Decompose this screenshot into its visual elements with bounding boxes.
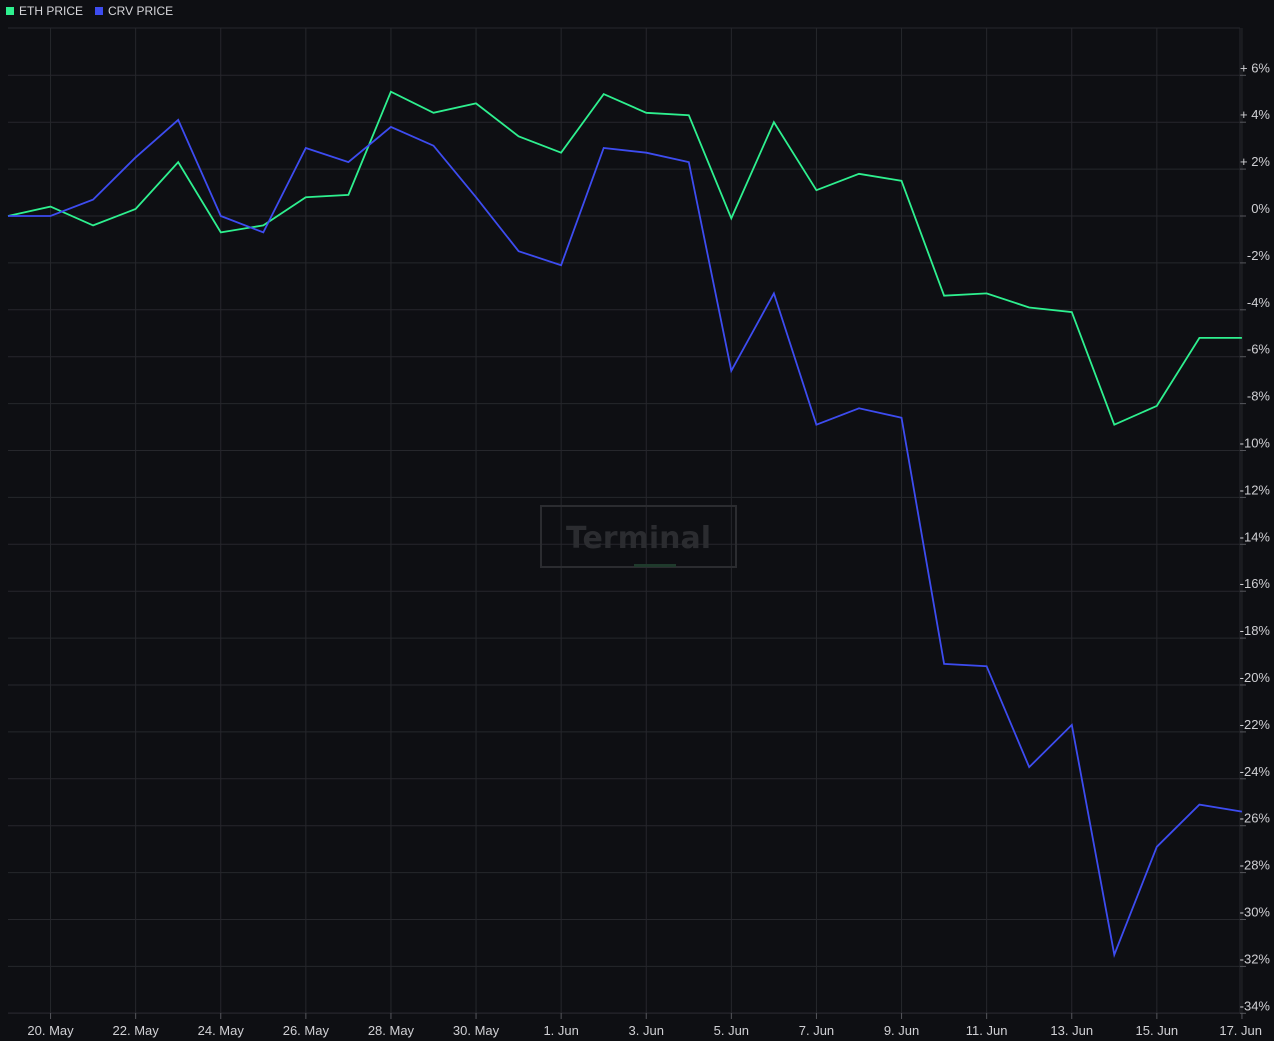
y-tick-label: + 4% xyxy=(1240,107,1270,122)
y-tick-label: + 6% xyxy=(1240,60,1270,75)
x-tick-label: 22. May xyxy=(113,1023,160,1038)
y-tick-label: -4% xyxy=(1247,295,1271,310)
x-tick-label: 7. Jun xyxy=(799,1023,834,1038)
line-chart: Terminal + 6% + 4% + 2% 0% -2% -4% -6% -8% -10% -… xyxy=(7,27,1271,1038)
x-tick-label: 11. Jun xyxy=(966,1023,1008,1038)
y-tick-label: -32% xyxy=(1240,951,1271,966)
watermark-text: Terminal xyxy=(566,521,711,556)
x-axis: 20. May 22. May 24. May 26. May 28. May 30. M… xyxy=(27,1013,1262,1038)
y-tick-label: -34% xyxy=(1240,998,1271,1013)
y-tick-label: -30% xyxy=(1240,905,1271,920)
y-tick-label: -22% xyxy=(1240,717,1271,732)
y-tick-label: -8% xyxy=(1247,389,1271,404)
watermark: Terminal xyxy=(540,505,737,568)
y-tick-label: 0% xyxy=(1251,201,1270,216)
y-tick-label: -20% xyxy=(1240,670,1271,685)
x-tick-label: 26. May xyxy=(283,1023,330,1038)
y-tick-label: -2% xyxy=(1247,248,1271,263)
y-tick-label: -14% xyxy=(1240,529,1271,544)
x-tick-label: 28. May xyxy=(368,1023,415,1038)
x-tick-label: 17. Jun xyxy=(1219,1023,1262,1038)
y-tick-label: -28% xyxy=(1240,858,1271,873)
x-tick-label: 30. May xyxy=(453,1023,500,1038)
y-tick-label: -16% xyxy=(1240,576,1271,591)
watermark-accent xyxy=(634,564,676,567)
x-tick-label: 20. May xyxy=(27,1023,74,1038)
y-tick-label: -18% xyxy=(1240,623,1271,638)
x-tick-label: 3. Jun xyxy=(629,1023,664,1038)
x-tick-label: 9. Jun xyxy=(884,1023,919,1038)
y-tick-label: -6% xyxy=(1247,342,1271,357)
y-tick-label: -26% xyxy=(1240,811,1271,826)
x-tick-label: 13. Jun xyxy=(1050,1023,1093,1038)
x-tick-label: 15. Jun xyxy=(1136,1023,1179,1038)
x-tick-label: 5. Jun xyxy=(714,1023,749,1038)
y-tick-label: -24% xyxy=(1240,764,1271,779)
y-tick-label: -12% xyxy=(1240,482,1271,497)
series-line-eth xyxy=(7,90,1242,426)
y-tick-label: + 2% xyxy=(1240,154,1270,169)
y-axis: + 6% + 4% + 2% 0% -2% -4% -6% -8% -10% -12% -14% -1… xyxy=(1240,60,1271,1014)
y-tick-label: -10% xyxy=(1240,436,1271,451)
x-tick-label: 24. May xyxy=(198,1023,245,1038)
x-tick-label: 1. Jun xyxy=(543,1023,578,1038)
